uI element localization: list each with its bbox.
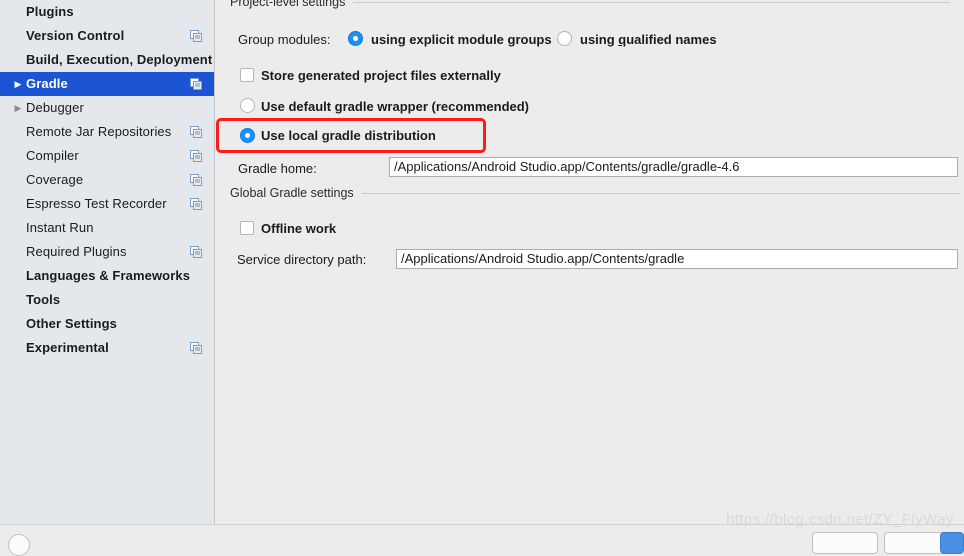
sidebar-item-label: Coverage [26, 172, 84, 187]
copy-icon[interactable] [190, 30, 202, 42]
sidebar-item-build-execution-deployment[interactable]: Build, Execution, Deployment [0, 48, 214, 72]
sidebar-item-label: Instant Run [26, 220, 94, 235]
cancel-button[interactable] [812, 532, 878, 554]
global-gradle-settings-header: Global Gradle settings [230, 186, 960, 200]
project-level-settings-title: Project-level settings [230, 0, 346, 9]
watermark-text: https://blog.csdn.net/ZY_FlyWay [726, 511, 954, 528]
service-directory-path-label: Service directory path: [237, 252, 367, 267]
group-modules-label: Group modules: [238, 32, 331, 47]
settings-dialog: Plugins Version Control Build, Execution, … [0, 0, 964, 556]
copy-icon[interactable] [190, 126, 202, 138]
sidebar-item-label: Required Plugins [26, 244, 127, 259]
radio-using-qualified-names[interactable] [557, 31, 572, 46]
sidebar-item-remote-jar-repositories[interactable]: Remote Jar Repositories [0, 120, 214, 144]
sidebar-item-debugger[interactable]: ▶ Debugger [0, 96, 214, 120]
sidebar-item-languages-frameworks[interactable]: Languages & Frameworks [0, 264, 214, 288]
label-use-default-gradle-wrapper: Use default gradle wrapper (recommended) [261, 99, 530, 114]
label-using-qualified-names: using qualified names [580, 32, 717, 47]
chevron-right-icon[interactable]: ▶ [10, 72, 26, 96]
copy-icon[interactable] [190, 342, 202, 354]
label-offline-work: Offline work [261, 221, 337, 236]
copy-icon[interactable] [190, 246, 202, 258]
label-store-generated-project-files: Store generated project files externally [261, 68, 501, 83]
sidebar-item-coverage[interactable]: Coverage [0, 168, 214, 192]
checkbox-store-generated-project-files[interactable] [240, 68, 254, 82]
chevron-right-icon[interactable]: ▶ [10, 96, 26, 120]
service-directory-path-input[interactable]: /Applications/Android Studio.app/Content… [396, 249, 958, 269]
radio-use-default-gradle-wrapper[interactable] [240, 98, 255, 113]
copy-icon[interactable] [190, 174, 202, 186]
copy-icon[interactable] [190, 150, 202, 162]
sidebar-item-label: Experimental [26, 340, 109, 355]
group-divider-line-2 [361, 192, 960, 194]
copy-icon[interactable] [190, 78, 202, 90]
label-using-explicit-module-groups: using explicit module groups [371, 32, 552, 47]
gradle-home-input[interactable]: /Applications/Android Studio.app/Content… [389, 157, 958, 177]
sidebar-item-label: Other Settings [26, 316, 117, 331]
sidebar-item-other-settings[interactable]: Other Settings [0, 312, 214, 336]
sidebar-item-plugins[interactable]: Plugins [0, 0, 214, 24]
ok-button[interactable] [940, 532, 964, 554]
sidebar-item-experimental[interactable]: Experimental [0, 336, 214, 360]
global-gradle-settings-title: Global Gradle settings [230, 186, 354, 200]
gradle-home-label: Gradle home: [238, 161, 317, 176]
sidebar-item-label: Build, Execution, Deployment [26, 52, 213, 67]
footer-separator-left [0, 524, 216, 525]
sidebar-item-required-plugins[interactable]: Required Plugins [0, 240, 214, 264]
sidebar-item-tools[interactable]: Tools [0, 288, 214, 312]
checkbox-offline-work[interactable] [240, 221, 254, 235]
sidebar-item-label: Compiler [26, 148, 79, 163]
sidebar-item-label: Tools [26, 292, 61, 307]
gradle-settings-panel: Project-level settings Group modules: us… [216, 0, 964, 540]
sidebar-item-gradle[interactable]: ▶ Gradle [0, 72, 214, 96]
copy-icon[interactable] [190, 198, 202, 210]
sidebar-item-label: Remote Jar Repositories [26, 124, 172, 139]
sidebar-item-instant-run[interactable]: Instant Run [0, 216, 214, 240]
help-button[interactable] [8, 534, 30, 556]
sidebar-item-compiler[interactable]: Compiler [0, 144, 214, 168]
sidebar-item-label: Debugger [26, 100, 84, 115]
sidebar-item-espresso-test-recorder[interactable]: Espresso Test Recorder [0, 192, 214, 216]
footer-separator [216, 524, 964, 525]
sidebar-item-label: Gradle [26, 76, 68, 91]
sidebar-item-label: Languages & Frameworks [26, 268, 191, 283]
settings-category-tree[interactable]: Plugins Version Control Build, Execution, … [0, 0, 215, 524]
radio-use-local-gradle-distribution[interactable] [240, 128, 255, 143]
sidebar-item-label: Plugins [26, 4, 74, 19]
group-divider-line [353, 1, 950, 3]
project-level-settings-header: Project-level settings [230, 0, 950, 9]
sidebar-item-version-control[interactable]: Version Control [0, 24, 214, 48]
sidebar-item-label: Espresso Test Recorder [26, 196, 167, 211]
sidebar-item-label: Version Control [26, 28, 125, 43]
label-use-local-gradle-distribution: Use local gradle distribution [261, 128, 436, 143]
radio-using-explicit-module-groups[interactable] [348, 31, 363, 46]
